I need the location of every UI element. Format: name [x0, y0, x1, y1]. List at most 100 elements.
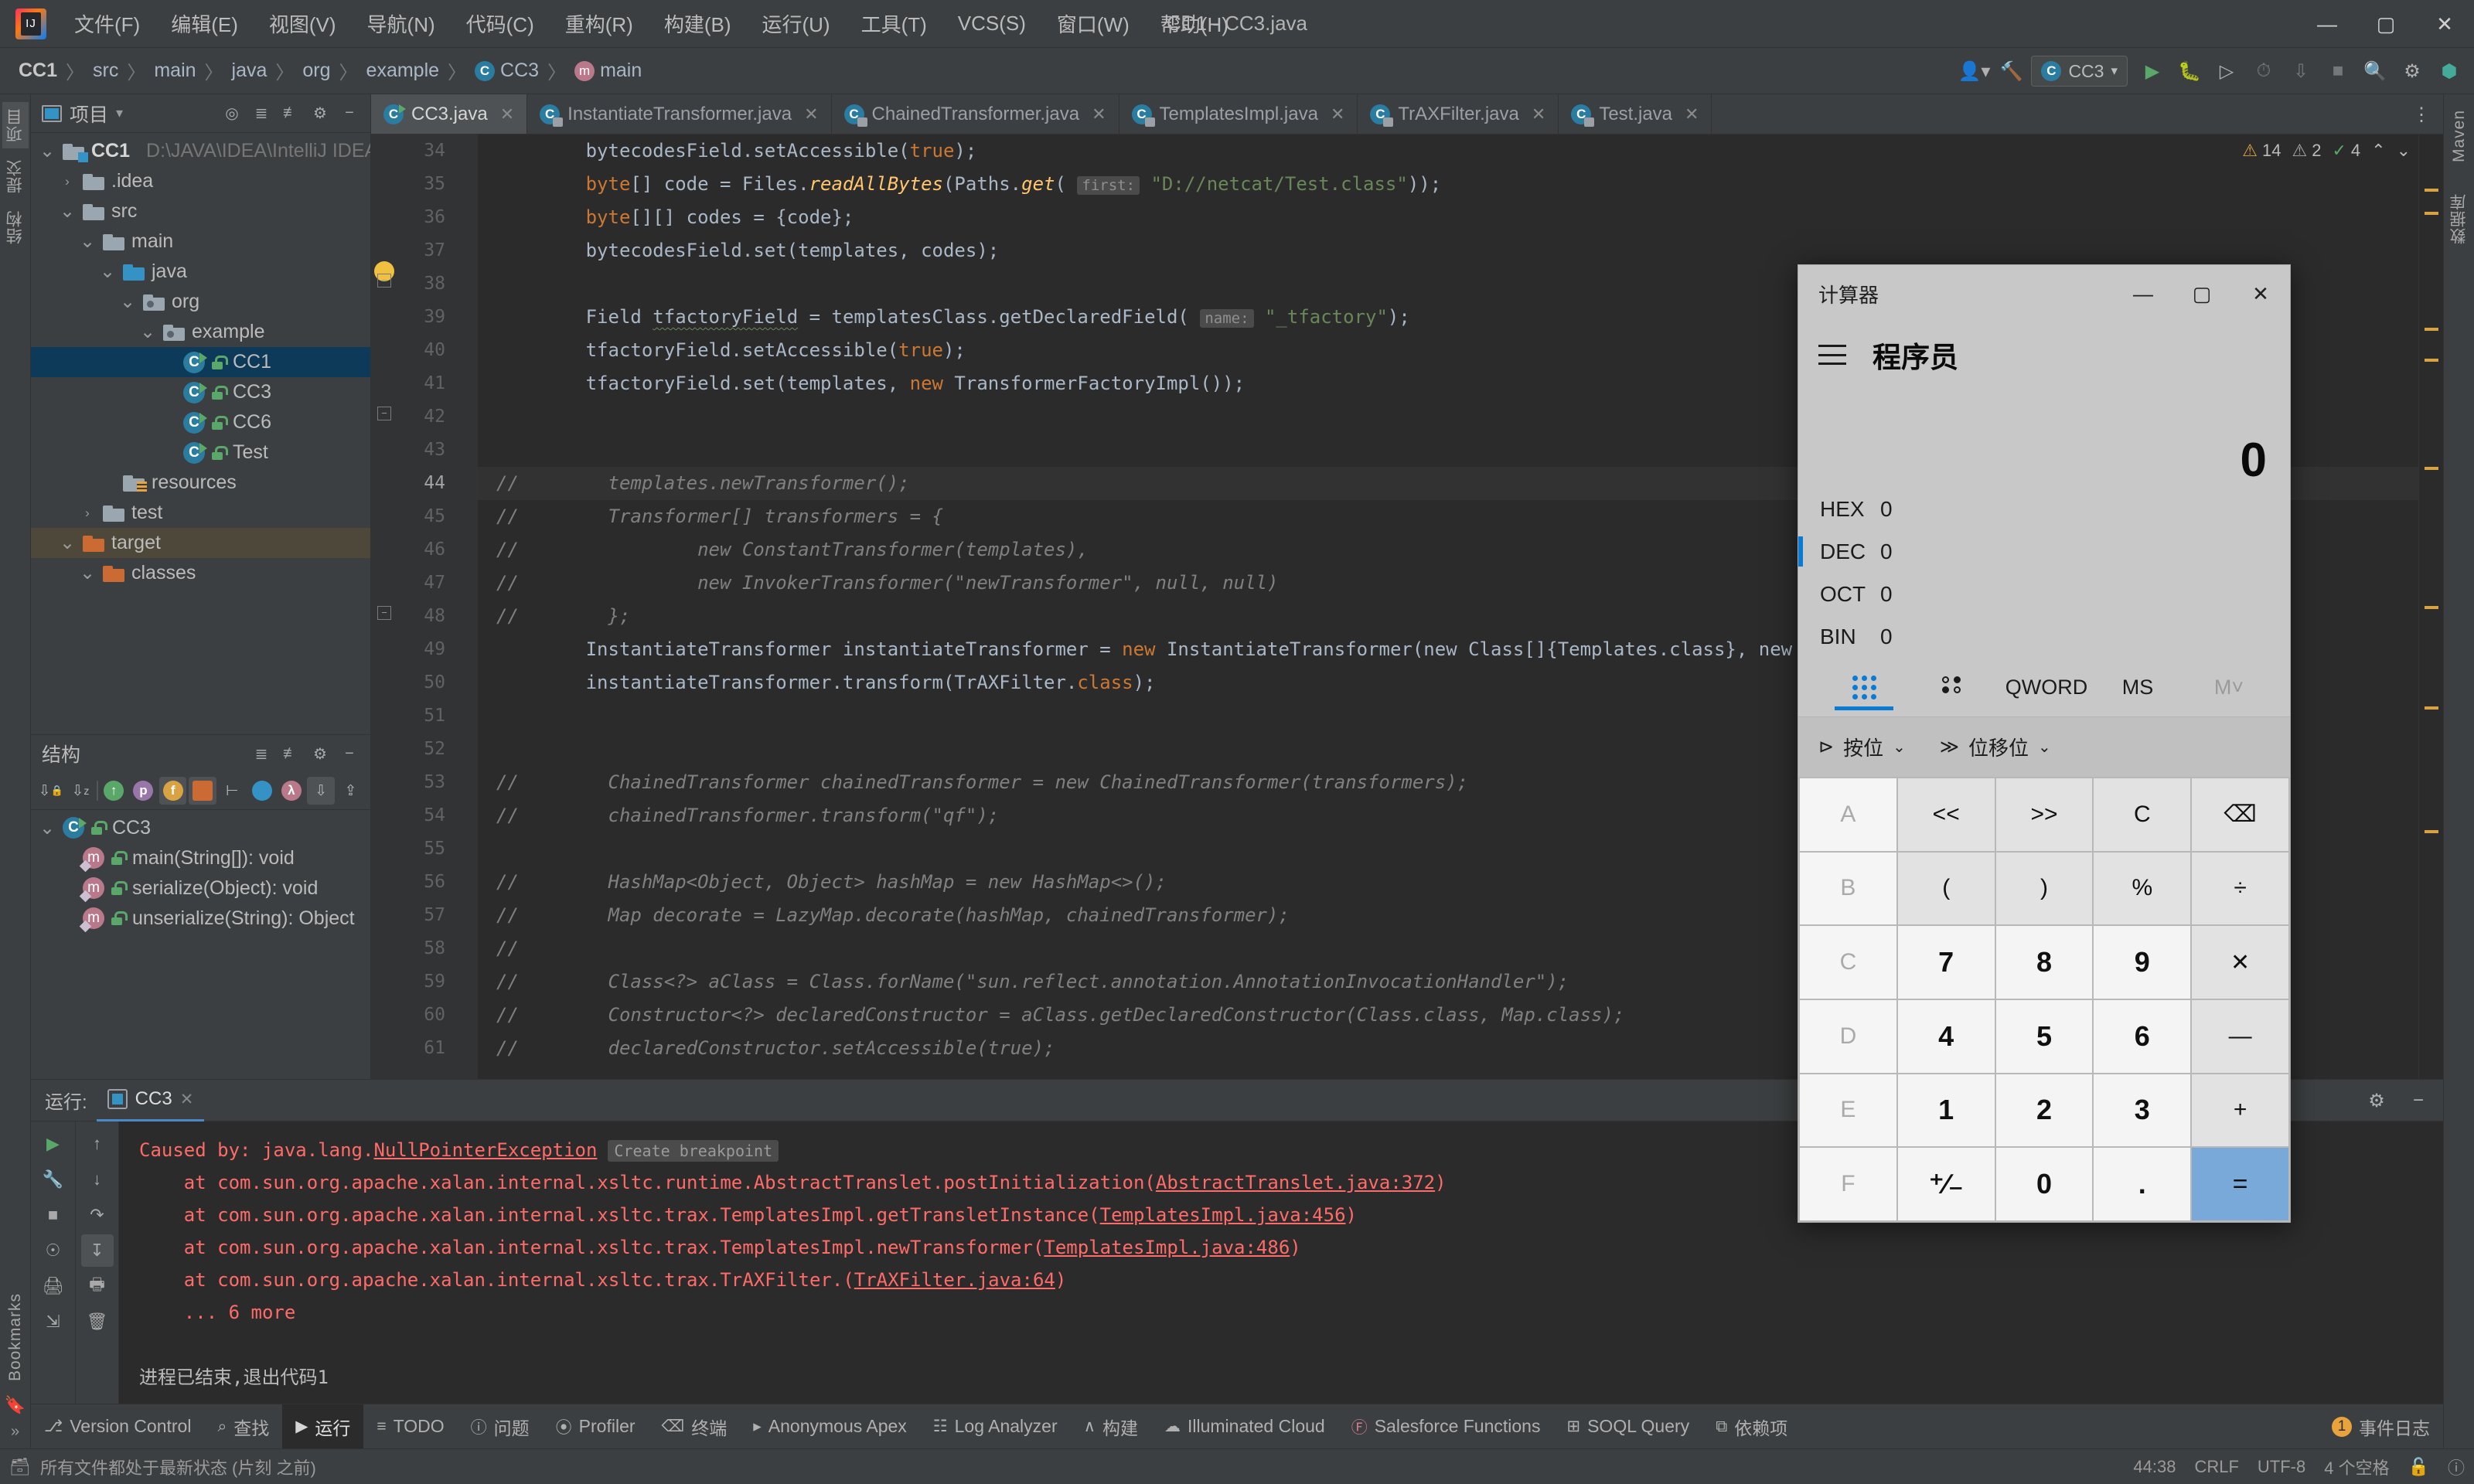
tree-node-org[interactable]: ⌄ org — [31, 287, 370, 317]
project-tree[interactable]: ⌄ CC1 D:\JAVA\IDEA\IntelliJ IDEA 2021.3.3\… — [31, 133, 370, 734]
tree-node-resources[interactable]: ›resources — [31, 468, 370, 498]
gear-icon[interactable]: ⚙ — [2395, 54, 2429, 88]
tree-node-cc1[interactable]: ⌄ CC1 D:\JAVA\IDEA\IntelliJ IDEA 2021.3.3\… — [31, 136, 370, 166]
weak-warning-count[interactable]: ⚠ 2 — [2292, 141, 2321, 161]
calculator-maximize-button[interactable]: ▢ — [2172, 265, 2231, 322]
calculator-window[interactable]: 计算器 — ▢ ✕ 程序员 0 HEX 0 DEC 0 OCT 0 BIN 0 QWORD MS… — [1798, 264, 2291, 1223]
editor-tab-traxfilter[interactable]: TrAXFilter.java ✕ — [1358, 94, 1559, 134]
expand-all-icon[interactable]: ≣ — [248, 100, 274, 127]
radix-row-oct[interactable]: OCT 0 — [1798, 573, 2290, 615]
hammer-icon[interactable]: 🔨 — [1994, 54, 2028, 88]
calc-key-[interactable]: = — [2192, 1148, 2288, 1220]
calc-key-[interactable]: >> — [1995, 778, 2093, 851]
editor-tab-test[interactable]: Test.java ✕ — [1559, 94, 1712, 134]
menu-item-0[interactable]: 文件(F) — [59, 5, 155, 43]
calc-key-[interactable]: + — [2192, 1074, 2288, 1147]
menu-item-6[interactable]: 构建(B) — [649, 5, 747, 43]
calc-key-[interactable]: % — [2094, 852, 2191, 925]
keypad-icon[interactable] — [1818, 675, 1910, 710]
code-line[interactable]: byte[] code = Files.readAllBytes(Paths.g… — [478, 168, 2418, 201]
bottom-tab-todo[interactable]: ≡ TODO — [363, 1404, 457, 1448]
bottom-tab----[interactable]: ⧉ 依赖项 — [1702, 1404, 1801, 1448]
tree-node-classes[interactable]: ⌄ classes — [31, 558, 370, 588]
chevron-down-icon[interactable]: ⌄ — [79, 562, 96, 584]
export-icon[interactable]: ⇲ — [37, 1305, 70, 1338]
calc-shift-dropdown[interactable]: ≫ 位移位 ⌄ — [1940, 733, 2051, 761]
chevron-down-icon[interactable]: ⌄ — [79, 230, 96, 253]
event-log-button[interactable]: 1 事件日志 — [2319, 1404, 2443, 1448]
bottom-tab---[interactable]: ⌕ 查找 — [204, 1404, 282, 1448]
calc-key-0[interactable]: 0 — [1995, 1148, 2093, 1220]
bottom-tab---[interactable]: ⌫ 终端 — [649, 1404, 741, 1448]
autoscroll-to-source-icon[interactable]: ⇩ — [307, 777, 335, 805]
tree-node--idea[interactable]: › .idea — [31, 166, 370, 196]
calc-key-5[interactable]: 5 — [1995, 999, 2093, 1073]
breadcrumb-item-main[interactable]: main — [570, 58, 646, 83]
caret-position[interactable]: 44:38 — [2133, 1457, 2176, 1477]
show-properties-icon[interactable]: p — [130, 777, 157, 805]
close-icon[interactable]: ✕ — [1685, 104, 1699, 124]
chevron-down-icon[interactable]: ⌄ — [1893, 737, 1906, 757]
console-line[interactable]: at com.sun.org.apache.xalan.internal.xsl… — [139, 1231, 2443, 1264]
console-link[interactable]: NullPointerException — [373, 1139, 597, 1161]
tree-node-java[interactable]: ⌄ java — [31, 257, 370, 287]
create-breakpoint-badge[interactable]: Create breakpoint — [608, 1140, 779, 1162]
console-link[interactable]: TemplatesImpl.java:486 — [1044, 1237, 1290, 1258]
chevron-down-icon[interactable]: ⌄ — [39, 817, 56, 839]
breadcrumb-item-main[interactable]: main — [149, 58, 200, 83]
show-fields-icon[interactable]: f — [159, 777, 187, 805]
show-inherited-icon[interactable]: ↑ — [101, 777, 128, 805]
profiler-icon[interactable]: ⏱ — [2247, 54, 2281, 88]
calc-key-4[interactable]: 4 — [1897, 999, 1995, 1073]
bottom-tab---[interactable]: ⓘ 问题 — [458, 1404, 543, 1448]
radix-row-hex[interactable]: HEX 0 — [1798, 488, 2290, 530]
tree-node-unserialize-string---object[interactable]: ›unserialize(String): Object — [31, 904, 370, 934]
chevron-down-icon[interactable]: ⌄ — [139, 321, 156, 343]
calc-logic-gate-dropdown[interactable]: ⊳ 按位 ⌄ — [1818, 733, 1906, 761]
close-icon[interactable]: ✕ — [1532, 104, 1545, 124]
rerun-icon[interactable]: ▶ — [37, 1128, 70, 1160]
breadcrumb-item-org[interactable]: org — [298, 58, 335, 83]
menu-item-5[interactable]: 重构(R) — [550, 5, 649, 43]
run-with-coverage-icon[interactable]: ▷ — [2210, 54, 2244, 88]
calc-key-1[interactable]: 1 — [1897, 1074, 1995, 1147]
console-line[interactable] — [139, 1329, 2443, 1361]
chevron-down-icon[interactable]: ⌄ — [119, 291, 136, 313]
bottom-tab---[interactable]: ▶ 运行 — [282, 1404, 364, 1448]
calc-key-9[interactable]: 9 — [2094, 926, 2191, 999]
hide-icon[interactable]: − — [336, 100, 363, 127]
strip-tab-bookmarks[interactable]: Bookmarks — [5, 1287, 26, 1387]
console-link[interactable]: AbstractTranslet.java:372 — [1156, 1172, 1435, 1193]
chevron-down-icon[interactable]: ⌄ — [39, 140, 56, 162]
up-arrow-icon[interactable]: ↑ — [81, 1128, 114, 1160]
collapse-all-icon[interactable]: ≢ — [278, 100, 304, 127]
show-lambdas-icon[interactable]: λ — [278, 777, 305, 805]
close-icon[interactable]: ✕ — [804, 104, 818, 124]
calc-key-E[interactable]: E — [1800, 1074, 1896, 1147]
code-line[interactable]: byte[][] codes = {code}; — [478, 201, 2418, 234]
print-console-icon[interactable]: 🖶 — [81, 1270, 114, 1302]
locate-icon[interactable]: ◎ — [219, 100, 245, 127]
tree-node-example[interactable]: ⌄ example — [31, 317, 370, 347]
scroll-to-end-icon[interactable]: ↧ — [80, 1234, 114, 1267]
prev-problem-icon[interactable]: ⌃ — [2371, 141, 2385, 161]
close-icon[interactable]: ✕ — [500, 104, 514, 124]
stop-icon[interactable]: ■ — [2321, 54, 2355, 88]
radix-row-bin[interactable]: BIN 0 — [1798, 615, 2290, 658]
chevron-right-icon[interactable]: › — [59, 174, 76, 189]
camera-icon[interactable]: ☉ — [37, 1234, 70, 1267]
account-icon[interactable]: ⬢ — [2432, 54, 2466, 88]
show-anonymous-icon[interactable] — [248, 777, 275, 805]
calc-qword-button[interactable]: QWORD — [2001, 676, 2092, 699]
calc-key-2[interactable]: 2 — [1995, 1074, 2093, 1147]
bottom-tab-anonymous-apex[interactable]: ▸ Anonymous Apex — [740, 1404, 920, 1448]
tree-node-test[interactable]: › test — [31, 498, 370, 528]
menu-item-4[interactable]: 代码(C) — [451, 5, 550, 43]
strip-tab-maven[interactable]: Maven — [2448, 104, 2470, 168]
calc-key-D[interactable]: D — [1800, 999, 1896, 1073]
tree-node-cc3[interactable]: ⌄ CC3 — [31, 813, 370, 843]
run-icon[interactable]: ▶ — [2135, 54, 2169, 88]
breadcrumb-item-java[interactable]: java — [227, 58, 272, 83]
calc-key-C[interactable]: C — [1800, 926, 1896, 999]
gear-icon[interactable]: ⚙ — [2360, 1084, 2394, 1118]
